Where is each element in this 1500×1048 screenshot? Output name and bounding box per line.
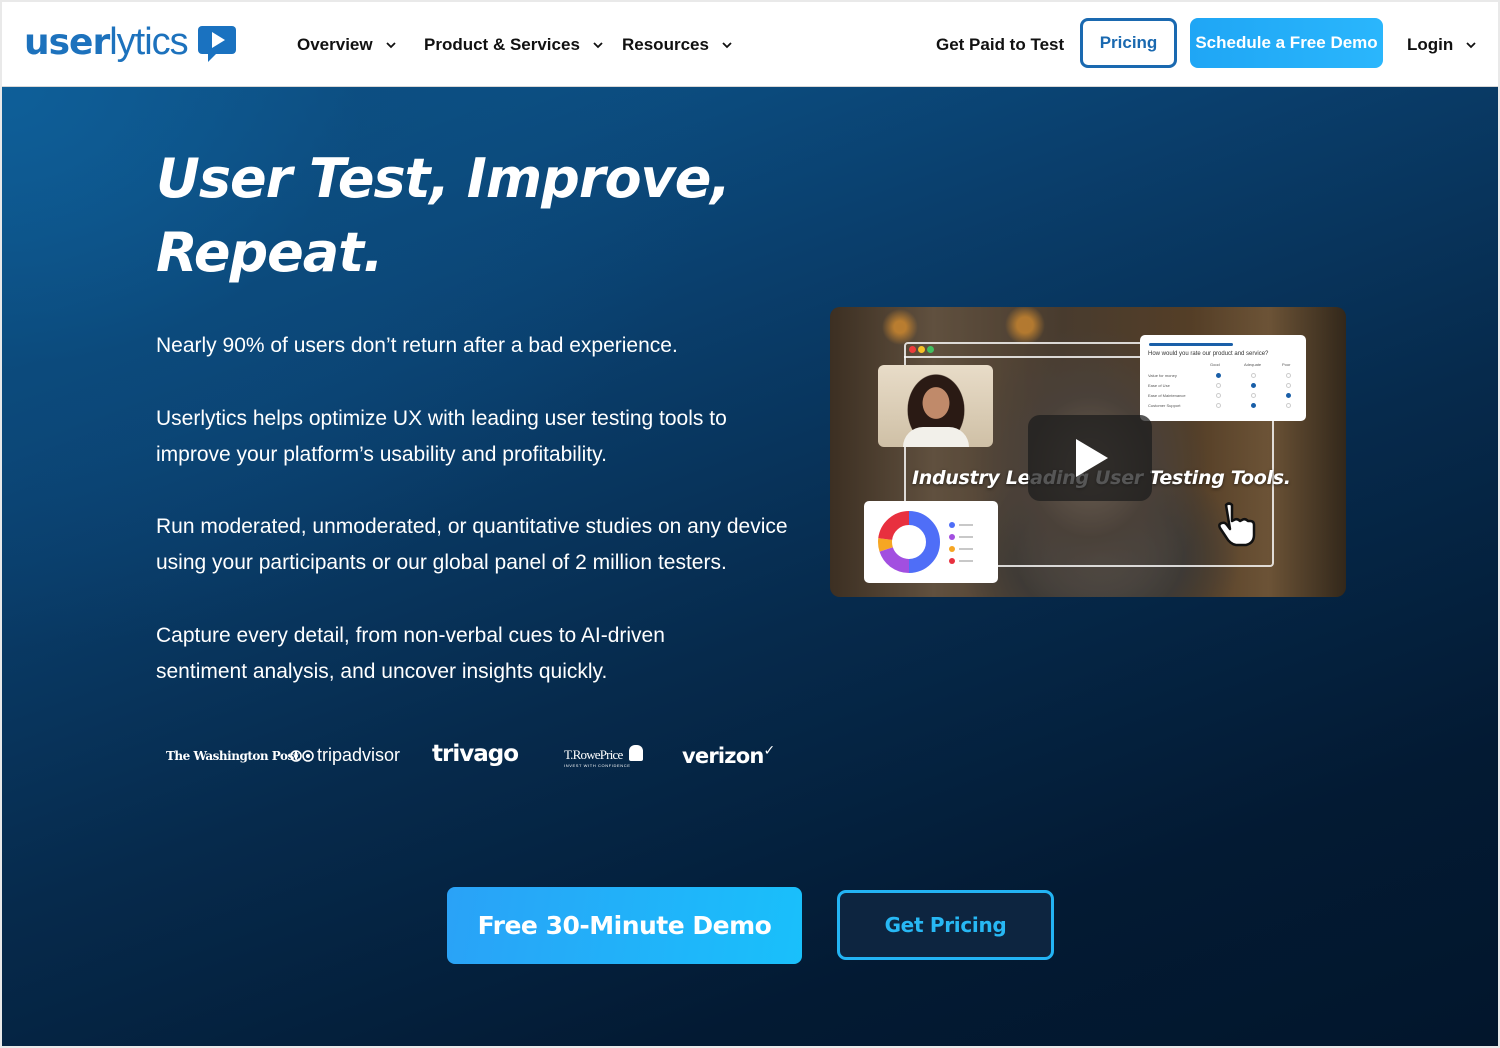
legend-label bbox=[959, 536, 973, 538]
legend-label bbox=[959, 548, 973, 550]
chevron-down-icon bbox=[1466, 41, 1476, 48]
survey-row-label: Ease of Use bbox=[1148, 383, 1170, 388]
nav-resources[interactable]: Resources bbox=[622, 2, 733, 87]
survey-radio bbox=[1251, 383, 1256, 388]
login-menu[interactable]: Login bbox=[1407, 2, 1477, 87]
survey-row-label: Customer Support bbox=[1148, 403, 1181, 408]
pricing-button[interactable]: Pricing bbox=[1080, 18, 1177, 68]
legend-label bbox=[959, 560, 973, 562]
nav-overview[interactable]: Overview bbox=[297, 2, 397, 87]
site-header: userlytics Overview Product & Services R… bbox=[2, 2, 1498, 87]
survey-row-label: Value for money bbox=[1148, 373, 1177, 378]
hero-paragraph-4: Capture every detail, from non-verbal cu… bbox=[156, 624, 665, 683]
survey-card: How would you rate our product and servi… bbox=[1140, 335, 1306, 421]
survey-radio bbox=[1286, 373, 1291, 378]
legend-swatch bbox=[949, 522, 955, 528]
donut-chart bbox=[878, 511, 973, 573]
survey-radio bbox=[1251, 403, 1256, 408]
legend-label bbox=[959, 524, 973, 526]
window-minimize-dot bbox=[918, 346, 925, 353]
login-label: Login bbox=[1407, 34, 1454, 54]
nav-resources-label: Resources bbox=[622, 34, 709, 54]
donut-slice bbox=[878, 538, 893, 552]
get-pricing-button[interactable]: Get Pricing bbox=[837, 890, 1054, 960]
survey-radio bbox=[1286, 403, 1291, 408]
free-demo-button[interactable]: Free 30-Minute Demo bbox=[447, 887, 802, 964]
product-video[interactable]: How would you rate our product and servi… bbox=[830, 307, 1346, 597]
washington-post-logo: The Washington Post bbox=[166, 749, 299, 763]
survey-radio bbox=[1216, 383, 1221, 388]
chevron-down-icon bbox=[722, 41, 732, 48]
survey-radio bbox=[1286, 383, 1291, 388]
chevron-down-icon bbox=[593, 41, 603, 48]
hero-section: User Test, Improve, Repeat. Nearly 90% o… bbox=[2, 87, 1498, 1046]
trivago-logo: trivago bbox=[432, 741, 519, 767]
userlytics-logo[interactable]: userlytics bbox=[24, 20, 238, 64]
survey-radio bbox=[1251, 393, 1256, 398]
verizon-logo: verizon✓ bbox=[682, 743, 776, 768]
donut-chart-card bbox=[864, 501, 998, 583]
hero-paragraph-1: Nearly 90% of users don’t return after a… bbox=[156, 334, 678, 357]
survey-radio bbox=[1216, 373, 1221, 378]
schedule-demo-button[interactable]: Schedule a Free Demo bbox=[1190, 18, 1383, 68]
webcam-participant-thumbnail bbox=[878, 365, 993, 447]
bighorn-sheep-icon bbox=[628, 745, 643, 761]
play-button-icon[interactable] bbox=[1028, 415, 1152, 501]
survey-progress-bar bbox=[1149, 343, 1233, 346]
play-chat-bubble-icon bbox=[196, 21, 238, 63]
owl-eyes-icon bbox=[290, 749, 314, 762]
survey-radio bbox=[1251, 373, 1256, 378]
hero-title: User Test, Improve, Repeat. bbox=[156, 147, 731, 284]
nav-product-services[interactable]: Product & Services bbox=[424, 2, 604, 87]
get-paid-to-test-link[interactable]: Get Paid to Test bbox=[936, 2, 1064, 87]
chevron-down-icon bbox=[385, 41, 396, 48]
nav-overview-label: Overview bbox=[297, 34, 373, 54]
nav-product-services-label: Product & Services bbox=[424, 34, 580, 54]
survey-row-label: Ease of Maintenance bbox=[1148, 393, 1186, 398]
survey-radio bbox=[1216, 393, 1221, 398]
pointer-hand-icon bbox=[1218, 502, 1256, 547]
donut-slice bbox=[878, 511, 910, 541]
client-logos: The Washington Post tripadvisor trivago … bbox=[162, 737, 782, 777]
legend-swatch bbox=[949, 546, 955, 552]
window-close-dot bbox=[909, 346, 916, 353]
hero-paragraph-3: Run moderated, unmoderated, or quantitat… bbox=[156, 515, 788, 574]
legend-swatch bbox=[949, 558, 955, 564]
page: userlytics Overview Product & Services R… bbox=[2, 2, 1498, 1046]
survey-radio bbox=[1216, 403, 1221, 408]
checkmark-icon: ✓ bbox=[763, 743, 776, 759]
window-maximize-dot bbox=[927, 346, 934, 353]
logo-text-user: user bbox=[24, 21, 110, 63]
logo-text-lytics: lytics bbox=[109, 20, 188, 63]
donut-slice bbox=[908, 511, 940, 573]
survey-radio bbox=[1286, 393, 1291, 398]
hero-paragraph-2: Userlytics helps optimize UX with leadin… bbox=[156, 407, 727, 466]
tripadvisor-logo: tripadvisor bbox=[290, 745, 400, 766]
donut-slice bbox=[879, 546, 910, 573]
legend-swatch bbox=[949, 534, 955, 540]
t-rowe-price-logo: T.RowePrice INVEST WITH CONFIDENCE bbox=[564, 745, 643, 768]
